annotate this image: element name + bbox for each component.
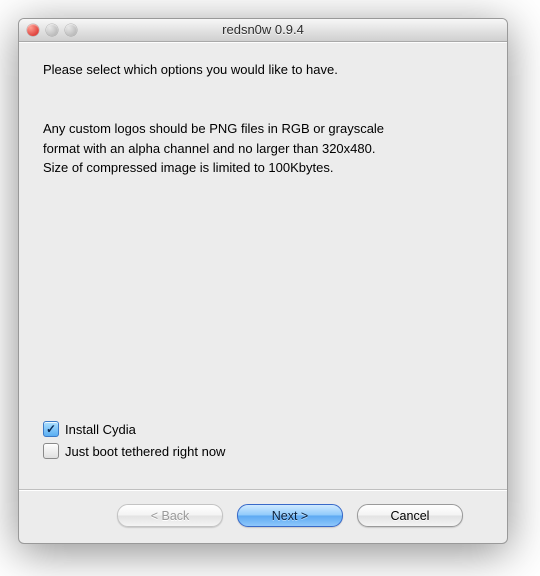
traffic-lights: [27, 19, 77, 41]
back-button: < Back: [117, 504, 223, 527]
checkbox-icon[interactable]: [43, 443, 59, 459]
content-area: Please select which options you would li…: [19, 42, 507, 543]
options-group: Install Cydia Just boot tethered right n…: [43, 415, 483, 465]
close-icon[interactable]: [27, 24, 39, 36]
option-install-cydia[interactable]: Install Cydia: [43, 421, 483, 437]
app-window: redsn0w 0.9.4 Please select which option…: [18, 18, 508, 544]
button-row: < Back Next > Cancel: [43, 490, 483, 543]
prompt-text: Please select which options you would li…: [43, 62, 483, 77]
info-text: Any custom logos should be PNG files in …: [43, 119, 483, 178]
checkbox-icon[interactable]: [43, 421, 59, 437]
option-label: Just boot tethered right now: [65, 444, 225, 459]
option-label: Install Cydia: [65, 422, 136, 437]
cancel-button[interactable]: Cancel: [357, 504, 463, 527]
titlebar: redsn0w 0.9.4: [19, 19, 507, 42]
info-line: Any custom logos should be PNG files in …: [43, 121, 384, 136]
info-line: format with an alpha channel and no larg…: [43, 141, 375, 156]
minimize-icon[interactable]: [46, 24, 58, 36]
option-boot-tethered[interactable]: Just boot tethered right now: [43, 443, 483, 459]
window-title: redsn0w 0.9.4: [19, 19, 507, 41]
zoom-icon[interactable]: [65, 24, 77, 36]
next-button[interactable]: Next >: [237, 504, 343, 527]
info-line: Size of compressed image is limited to 1…: [43, 160, 333, 175]
